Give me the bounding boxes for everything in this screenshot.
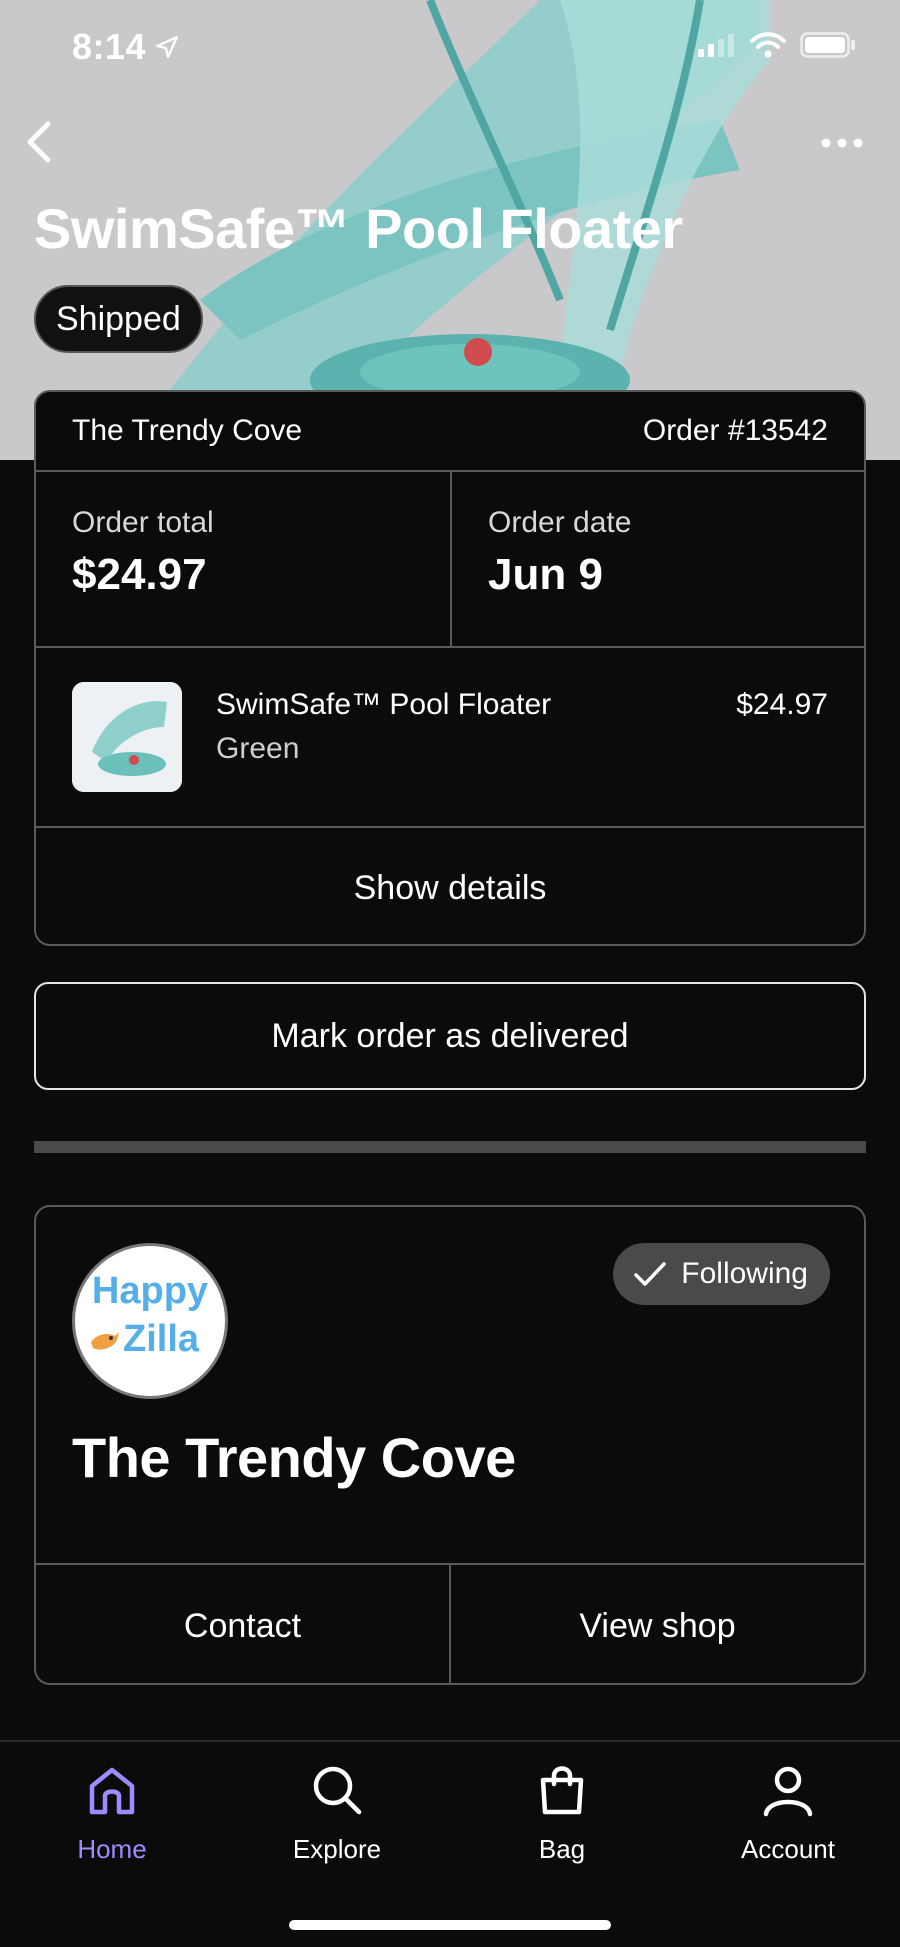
tab-explore-label: Explore (292, 1834, 382, 1864)
order-total-cell: Order total $24.97 (36, 472, 450, 646)
order-shop-name: The Trendy Cove (72, 414, 303, 447)
tab-bag-label: Bag (538, 1834, 586, 1864)
contact-button[interactable]: Contact (36, 1565, 449, 1683)
tab-home-label: Home (77, 1834, 147, 1864)
shop-name: The Trendy Cove (72, 1426, 516, 1489)
order-summary-card: The Trendy Cove Order #13542 Order total… (34, 390, 866, 946)
order-date-cell: Order date Jun 9 (450, 472, 864, 646)
order-total-value: $24.97 (72, 550, 207, 599)
item-name: SwimSafe™ Pool Floater (216, 688, 552, 721)
show-details-button[interactable]: Show details (36, 828, 864, 944)
tab-explore[interactable]: Explore (237, 1760, 437, 1865)
order-item-row[interactable]: SwimSafe™ Pool Floater Green $24.97 (36, 648, 864, 828)
tab-account[interactable]: Account (688, 1760, 888, 1865)
status-badge: Shipped (34, 285, 203, 353)
more-options-icon[interactable] (818, 128, 866, 158)
back-chevron-icon[interactable] (18, 118, 58, 166)
view-shop-button[interactable]: View shop (449, 1565, 864, 1683)
bottom-tab-bar: Home Explore Bag Account (0, 1740, 900, 1947)
tab-account-label: Account (741, 1834, 835, 1864)
order-date-label: Order date (488, 506, 632, 539)
wifi-icon (750, 32, 786, 58)
status-indicators (696, 32, 856, 58)
mark-delivered-button[interactable]: Mark order as delivered (34, 982, 866, 1090)
location-arrow-icon (156, 36, 178, 58)
shop-card: Happy Zilla Following The Trendy Cove Co… (34, 1205, 866, 1685)
status-time: 8:14 (72, 26, 147, 67)
following-button[interactable]: Following (613, 1243, 830, 1305)
dinosaur-logo-icon (91, 1332, 119, 1350)
order-total-label: Order total (72, 506, 214, 539)
order-stats-row: Order total $24.97 Order date Jun 9 (36, 472, 864, 648)
home-indicator[interactable] (289, 1920, 611, 1930)
logo-text-line2: Zilla (123, 1318, 200, 1360)
order-header-row: The Trendy Cove Order #13542 (36, 392, 864, 472)
shop-logo[interactable]: Happy Zilla (72, 1243, 228, 1399)
item-price: $24.97 (736, 688, 828, 721)
order-date-value: Jun 9 (488, 550, 603, 599)
home-icon (89, 1767, 135, 1815)
bag-icon (540, 1766, 584, 1815)
search-icon (313, 1766, 362, 1815)
cellular-signal-icon (698, 34, 734, 57)
item-thumbnail (72, 682, 182, 792)
checkmark-icon (634, 1262, 667, 1286)
page-title: SwimSafe™ Pool Floater (34, 197, 683, 260)
shop-actions-row: Contact View shop (36, 1563, 864, 1683)
battery-icon (800, 32, 855, 58)
section-divider (34, 1141, 866, 1153)
following-label: Following (681, 1257, 808, 1290)
order-number: Order #13542 (642, 414, 828, 447)
tab-bag[interactable]: Bag (462, 1760, 662, 1865)
tab-home[interactable]: Home (12, 1760, 212, 1865)
logo-text-line1: Happy (91, 1270, 209, 1312)
item-variant: Green (216, 732, 300, 765)
account-icon (763, 1766, 813, 1817)
